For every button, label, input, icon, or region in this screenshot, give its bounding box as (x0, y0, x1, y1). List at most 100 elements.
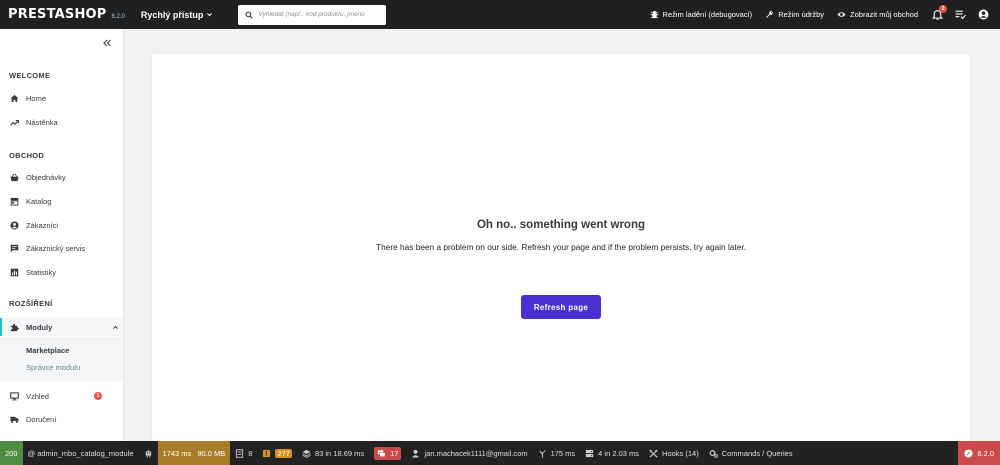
list-check-icon (955, 10, 966, 20)
maintenance-link[interactable]: Režim údržby (765, 10, 824, 19)
forms-count: 8 (248, 448, 253, 458)
truck-icon (10, 416, 19, 423)
puzzle-icon (10, 323, 19, 331)
sidebar-item-label: Objednávky (26, 172, 66, 182)
performance-block[interactable]: 1743 ms 90.0 MB (157, 441, 231, 465)
hooks-icon (649, 449, 658, 457)
twig-block[interactable]: 175 ms (533, 441, 581, 465)
chat-icon (10, 244, 19, 252)
sidebar-subitem-module-manager[interactable]: Správce modulu (26, 363, 80, 372)
user-email: jan.machacek1111@gmail.com (424, 448, 528, 458)
robot-block[interactable] (139, 441, 158, 465)
sidebar-item-customers[interactable]: Zákazníci (0, 216, 123, 234)
cache-block[interactable]: 83 in 18.69 ms (297, 441, 369, 465)
sidebar-item-home[interactable]: Home (0, 89, 123, 107)
appearance-badge: 1 (94, 392, 102, 400)
cache-stats: 83 in 18.69 ms (314, 448, 365, 458)
eye-icon (837, 12, 846, 17)
view-shop-link[interactable]: Zobrazit můj obchod (837, 10, 918, 19)
chevron-up-icon (113, 325, 118, 329)
account-circle-icon (10, 220, 19, 230)
double-chevron-left-icon (103, 39, 111, 47)
modules-submenu (0, 337, 123, 382)
sidebar-item-label: Home (26, 93, 47, 103)
notifications-badge: 2 (939, 4, 947, 13)
sidebar-item-shipping[interactable]: Doručení (0, 410, 123, 428)
logo-text: PRESTASHOP (8, 7, 107, 22)
symfony-debug-toolbar: 200 @ admin_mbo_catalog_module 1743 ms 9… (0, 441, 1000, 465)
section-title-extensions: ROZŠÍŘENÍ (9, 299, 53, 308)
status-code[interactable]: 200 (0, 441, 23, 465)
forms-block[interactable]: 8 (230, 441, 257, 465)
bug-icon (649, 10, 659, 19)
hooks-block[interactable]: Hooks (14) (644, 441, 704, 465)
notifications-button[interactable]: 2 (931, 4, 947, 21)
basket-icon (10, 173, 19, 181)
monitor-icon (10, 391, 19, 400)
version-number: 8.2.0 (977, 448, 994, 458)
search-icon (245, 10, 254, 19)
error-message: There has been a problem on our side. Re… (376, 242, 746, 252)
robot-icon (145, 448, 151, 458)
symfony-version[interactable]: 8.2.0 (958, 441, 1000, 465)
sidebar-item-appearance[interactable]: Vzhled 1 (0, 387, 123, 405)
home-icon (10, 94, 19, 102)
error-card: Oh no.. something went wrong There has b… (152, 54, 970, 446)
wrench-icon (766, 10, 774, 18)
layers-icon (302, 449, 311, 458)
logs-icon (378, 449, 386, 457)
quick-access-label: Rychlý přístup (140, 9, 204, 20)
search-box[interactable] (238, 4, 387, 25)
sidebar-item-modules[interactable]: Moduly (0, 318, 123, 336)
sidebar-collapse-button[interactable] (102, 35, 112, 47)
request-time: 1743 ms (162, 448, 192, 458)
cogs-icon (709, 449, 718, 458)
debug-mode-link[interactable]: Režim ladění (debugovací) (649, 10, 752, 19)
logs-block[interactable]: 17 (369, 441, 406, 465)
twig-icon (539, 449, 546, 458)
sidebar-item-label: Statistiky (26, 267, 57, 277)
quick-access-dropdown[interactable]: Rychlý přístup (141, 10, 214, 20)
sidebar: WELCOME Home Nástěnka OBCHOD Objednávky … (0, 29, 124, 441)
bar-chart-icon (10, 268, 19, 276)
route-name[interactable]: @ admin_mbo_catalog_module (23, 441, 139, 465)
logo[interactable]: PRESTASHOP 8.2.0 (8, 7, 125, 22)
database-block[interactable]: 4 in 2.03 ms (580, 441, 644, 465)
sidebar-item-label: Zákaznický servis (26, 243, 86, 253)
error-title: Oh no.. something went wrong (476, 219, 646, 231)
translations-block[interactable]: ! 277 (257, 441, 297, 465)
account-button[interactable] (977, 9, 989, 21)
sidebar-item-orders[interactable]: Objednávky (0, 168, 123, 186)
refresh-page-button[interactable]: Refresh page (521, 295, 601, 319)
translations-count: 277 (275, 448, 292, 458)
commands-block[interactable]: Commands / Queries (704, 441, 798, 465)
view-shop-label: Zobrazit můj obchod (850, 10, 918, 19)
logs-count: 17 (390, 448, 399, 458)
security-block[interactable]: jan.machacek1111@gmail.com (406, 441, 532, 465)
search-input[interactable] (258, 11, 387, 18)
symfony-logo-icon (964, 448, 973, 458)
sidebar-item-catalog[interactable]: Katalog (0, 192, 123, 210)
logs-badge: 17 (374, 446, 402, 460)
section-title-welcome: WELCOME (9, 71, 51, 80)
render-time: 175 ms (550, 448, 576, 458)
sidebar-item-label: Doručení (26, 414, 57, 424)
tasks-button[interactable] (954, 9, 966, 21)
memory-usage: 90.0 MB (197, 448, 226, 458)
sidebar-item-label: Vzhled (26, 391, 49, 401)
sidebar-item-label: Katalog (26, 196, 52, 206)
maintenance-label: Režim údržby (778, 10, 825, 19)
sidebar-item-dashboard[interactable]: Nástěnka (0, 113, 123, 131)
translation-icon: ! (263, 449, 271, 457)
form-icon (236, 448, 244, 458)
user-circle-icon (978, 9, 988, 20)
sidebar-item-stats[interactable]: Statistiky (0, 263, 123, 281)
sidebar-subitem-marketplace[interactable]: Marketplace (26, 346, 69, 355)
svg-text:!: ! (266, 451, 269, 457)
version-label: 8.2.0 (111, 14, 125, 20)
server-icon (586, 449, 594, 457)
user-icon (412, 449, 420, 458)
section-title-shop: OBCHOD (9, 151, 45, 160)
top-header: PRESTASHOP 8.2.0 Rychlý přístup Režim la… (0, 0, 1000, 29)
sidebar-item-customer-service[interactable]: Zákaznický servis (0, 239, 123, 257)
